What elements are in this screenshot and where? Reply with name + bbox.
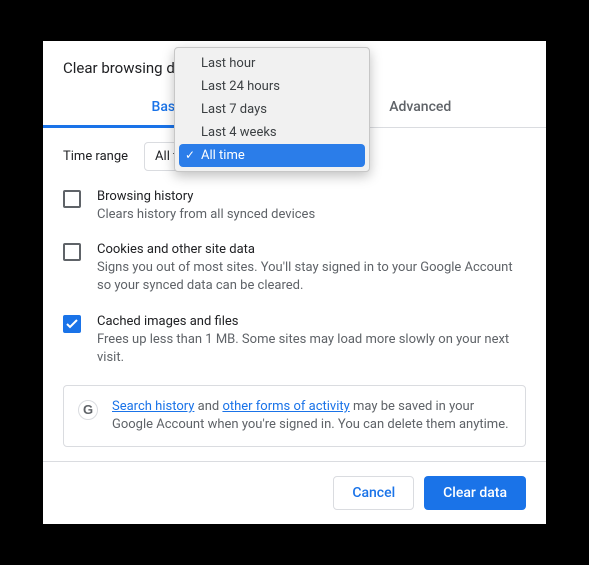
option-description: Signs you out of most sites. You'll stay…	[97, 259, 526, 295]
option-title: Cached images and files	[97, 314, 526, 329]
link-other-activity[interactable]: other forms of activity	[222, 399, 349, 414]
dialog-body: Time range All time Browsing history Clea…	[43, 128, 546, 461]
dropdown-item[interactable]: Last 4 weeks	[179, 121, 365, 144]
dropdown-item[interactable]: Last 24 hours	[179, 75, 365, 98]
google-icon: G	[78, 400, 98, 420]
checkbox[interactable]	[63, 315, 81, 333]
check-icon	[66, 319, 78, 329]
option-row: Cached images and files Frees up less tha…	[63, 314, 526, 367]
time-range-label: Time range	[63, 149, 128, 164]
dropdown-item[interactable]: Last 7 days	[179, 98, 365, 121]
cancel-button[interactable]: Cancel	[333, 476, 414, 510]
clear-data-button[interactable]: Clear data	[424, 476, 526, 510]
checkbox[interactable]	[63, 190, 81, 208]
option-row: Browsing history Clears history from all …	[63, 189, 526, 224]
time-range-dropdown: Last hourLast 24 hoursLast 7 daysLast 4 …	[174, 47, 370, 172]
clear-browsing-data-dialog: Clear browsing data Basic Advanced Time …	[43, 41, 546, 524]
option-row: Cookies and other site data Signs you out…	[63, 242, 526, 295]
option-title: Cookies and other site data	[97, 242, 526, 257]
info-text: Search history and other forms of activi…	[112, 398, 511, 434]
account-info-box: G Search history and other forms of acti…	[63, 385, 526, 447]
link-search-history[interactable]: Search history	[112, 399, 194, 414]
option-description: Frees up less than 1 MB. Some sites may …	[97, 331, 526, 367]
option-description: Clears history from all synced devices	[97, 206, 315, 224]
option-title: Browsing history	[97, 189, 315, 204]
dropdown-item[interactable]: All time	[179, 144, 365, 167]
tab-label: Advanced	[389, 99, 451, 115]
dialog-footer: Cancel Clear data	[43, 461, 546, 524]
checkbox[interactable]	[63, 243, 81, 261]
dropdown-item[interactable]: Last hour	[179, 52, 365, 75]
